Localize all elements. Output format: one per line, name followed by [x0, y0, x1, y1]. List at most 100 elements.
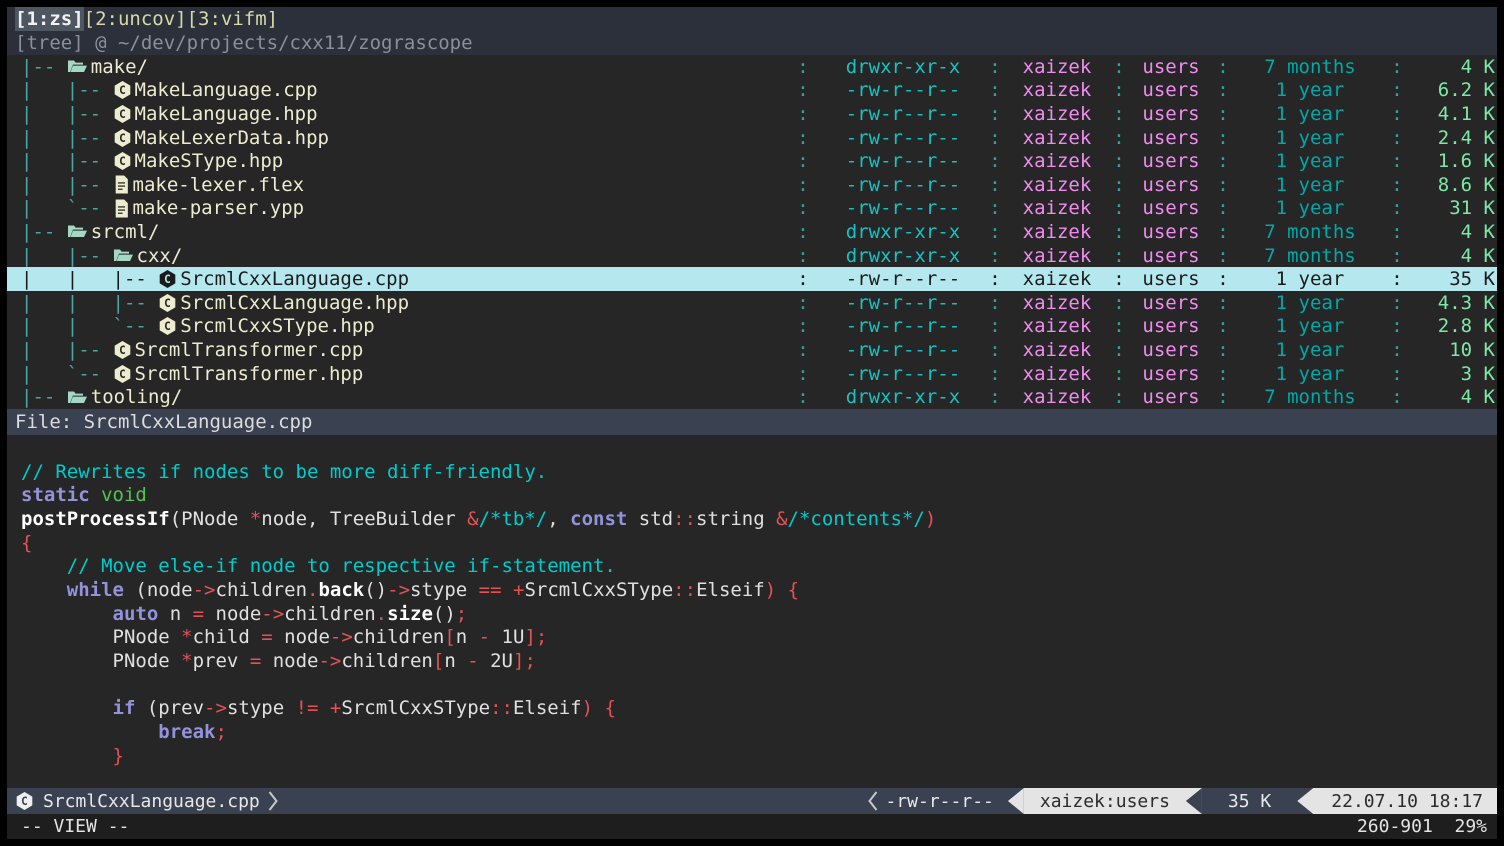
file-mtime: 1 year — [1235, 103, 1385, 125]
column-separator: : — [783, 292, 823, 314]
column-separator: : — [983, 339, 1007, 361]
file-permissions: drwxr-xr-x — [823, 245, 983, 267]
file-mtime: 1 year — [1235, 339, 1385, 361]
cpp-icon: C — [158, 316, 177, 336]
file-name-cell[interactable]: | |-- CMakeSType.hpp — [7, 150, 783, 172]
tree-branch: | |-- — [21, 150, 113, 172]
file-row[interactable]: | | `-- CSrcmlCxxSType.hpp:-rw-r--r--:xa… — [7, 315, 1497, 339]
column-separator: : — [1107, 268, 1131, 290]
file-permissions: -rw-r--r-- — [823, 292, 983, 314]
column-separator: : — [1107, 292, 1131, 314]
file-row[interactable]: | |-- CSrcmlTransformer.cpp:-rw-r--r--:x… — [7, 338, 1497, 362]
file-name-cell[interactable]: | |-- make-lexer.flex — [7, 174, 783, 196]
column-separator: : — [783, 174, 823, 196]
code-line: static void — [21, 484, 1497, 508]
file-group: users — [1131, 339, 1211, 361]
file-name-cell[interactable]: | |-- cxx/ — [7, 245, 783, 267]
file-owner: xaizek — [1007, 103, 1107, 125]
file-row[interactable]: | |-- cxx/:drwxr-xr-x:xaizek:users:7 mon… — [7, 244, 1497, 268]
column-separator: : — [1107, 245, 1131, 267]
file-group: users — [1131, 174, 1211, 196]
file-group: users — [1131, 268, 1211, 290]
file-name-cell[interactable]: | |-- CMakeLanguage.cpp — [7, 79, 783, 101]
file-group: users — [1131, 363, 1211, 385]
code-line: } — [21, 745, 1497, 769]
tree-branch: | |-- — [21, 339, 113, 361]
mode-indicator: -- VIEW -- — [21, 816, 129, 837]
column-separator: : — [1107, 339, 1131, 361]
column-separator: : — [783, 386, 823, 408]
column-separator: : — [783, 221, 823, 243]
column-separator: : — [783, 339, 823, 361]
file-owner: xaizek — [1007, 56, 1107, 78]
file-row[interactable]: | `-- make-parser.ypp:-rw-r--r--:xaizek:… — [7, 197, 1497, 221]
preview-header: File: SrcmlCxxLanguage.cpp — [7, 409, 1497, 435]
file-row[interactable]: | |-- CMakeLanguage.hpp:-rw-r--r--:xaize… — [7, 102, 1497, 126]
column-separator: : — [1107, 103, 1131, 125]
status-bar: C SrcmlCxxLanguage.cpp -rw-r--r-- xaizek… — [7, 788, 1497, 814]
doc-icon — [113, 199, 130, 218]
column-separator: : — [1385, 56, 1409, 78]
cpp-icon: C — [113, 364, 132, 384]
column-separator: : — [1211, 339, 1235, 361]
file-name-cell[interactable]: | | |-- CSrcmlCxxLanguage.hpp — [7, 292, 783, 314]
tab-3-vifm[interactable]: [3:vifm] — [187, 7, 279, 31]
file-row[interactable]: | | |-- CSrcmlCxxLanguage.hpp:-rw-r--r--… — [7, 291, 1497, 315]
file-owner: xaizek — [1007, 339, 1107, 361]
file-group: users — [1131, 127, 1211, 149]
file-name-cell[interactable]: | | |-- CSrcmlCxxLanguage.cpp — [7, 268, 783, 290]
column-separator: : — [1211, 386, 1235, 408]
tab-1-zs[interactable]: [1:zs] — [15, 7, 84, 31]
file-mtime: 7 months — [1235, 56, 1385, 78]
cpp-icon: C — [158, 269, 177, 289]
folder-icon — [67, 58, 88, 75]
tree-branch: | |-- — [21, 79, 113, 101]
column-separator: : — [983, 292, 1007, 314]
file-name-cell[interactable]: |-- tooling/ — [7, 386, 783, 408]
file-owner: xaizek — [1007, 315, 1107, 337]
column-separator: : — [983, 103, 1007, 125]
file-row[interactable]: | `-- CSrcmlTransformer.hpp:-rw-r--r--:x… — [7, 362, 1497, 386]
file-permissions: -rw-r--r-- — [823, 197, 983, 219]
mode-line: -- VIEW -- 260-901 29% — [7, 814, 1497, 839]
file-name-cell[interactable]: |-- srcml/ — [7, 221, 783, 243]
file-row[interactable]: | |-- CMakeLexerData.hpp:-rw-r--r--:xaiz… — [7, 126, 1497, 150]
tab-2-uncov[interactable]: [2:uncov] — [84, 7, 187, 31]
column-separator: : — [1107, 56, 1131, 78]
column-separator: : — [1211, 221, 1235, 243]
file-name-cell[interactable]: | |-- CMakeLanguage.hpp — [7, 103, 783, 125]
cpp-icon: C — [113, 151, 132, 171]
cpp-icon: C — [113, 340, 132, 360]
file-row[interactable]: | |-- make-lexer.flex:-rw-r--r--:xaizek:… — [7, 173, 1497, 197]
file-name-cell[interactable]: | |-- CSrcmlTransformer.cpp — [7, 339, 783, 361]
code-line: { — [21, 532, 1497, 556]
file-row[interactable]: | |-- CMakeLanguage.cpp:-rw-r--r--:xaize… — [7, 79, 1497, 103]
file-name-cell[interactable]: | | `-- CSrcmlCxxSType.hpp — [7, 315, 783, 337]
file-name-cell[interactable]: |-- make/ — [7, 56, 783, 78]
column-separator: : — [983, 221, 1007, 243]
file-group: users — [1131, 245, 1211, 267]
folder-icon — [67, 223, 88, 240]
cursor-position: 260-901 29% — [1357, 816, 1487, 837]
tab-bar: [1:zs] [2:uncov] [3:vifm] — [7, 7, 1497, 31]
file-name-cell[interactable]: | `-- CSrcmlTransformer.hpp — [7, 363, 783, 385]
file-row[interactable]: | |-- CMakeSType.hpp:-rw-r--r--:xaizek:u… — [7, 149, 1497, 173]
column-separator: : — [783, 103, 823, 125]
column-separator: : — [983, 363, 1007, 385]
file-row-selected[interactable]: | | |-- CSrcmlCxxLanguage.cpp:-rw-r--r--… — [7, 267, 1497, 291]
file-row[interactable]: |-- tooling/:drwxr-xr-x:xaizek:users:7 m… — [7, 385, 1497, 409]
column-separator: : — [783, 150, 823, 172]
column-separator: : — [1107, 315, 1131, 337]
powerline-separator-icon — [1186, 788, 1202, 814]
file-name-cell[interactable]: | |-- CMakeLexerData.hpp — [7, 127, 783, 149]
file-permissions: -rw-r--r-- — [823, 315, 983, 337]
powerline-separator-icon — [1008, 788, 1024, 814]
code-line: break; — [21, 721, 1497, 745]
file-row[interactable]: |-- make/:drwxr-xr-x:xaizek:users:7 mont… — [7, 55, 1497, 79]
file-name-cell[interactable]: | `-- make-parser.ypp — [7, 197, 783, 219]
column-separator: : — [1385, 292, 1409, 314]
file-name: SrcmlTransformer.cpp — [135, 339, 364, 361]
column-separator: : — [1211, 197, 1235, 219]
column-separator: : — [1385, 245, 1409, 267]
file-row[interactable]: |-- srcml/:drwxr-xr-x:xaizek:users:7 mon… — [7, 220, 1497, 244]
